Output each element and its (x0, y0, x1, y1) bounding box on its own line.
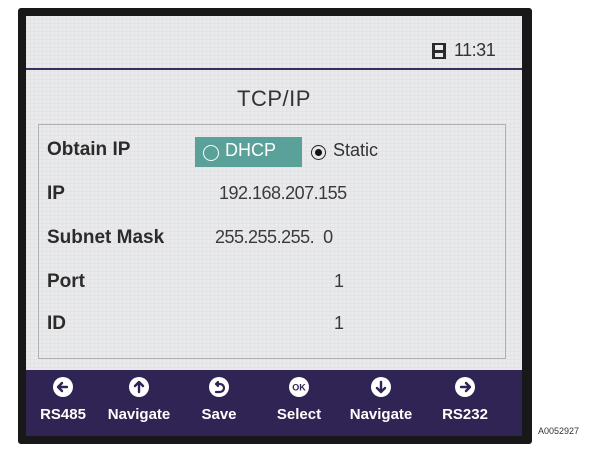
port-label: Port (47, 271, 85, 292)
sd-card-icon (432, 43, 446, 59)
arrow-up-circle-icon (129, 377, 149, 397)
subnet-mask-row[interactable]: Subnet Mask 255.255.255. 0 (39, 225, 505, 255)
static-label: Static (333, 140, 379, 160)
ok-circle-icon: OK (289, 377, 309, 397)
id-row[interactable]: ID 1 (39, 311, 505, 341)
subnet-mask-label: Subnet Mask (47, 227, 165, 248)
arrow-down-circle-icon (371, 377, 391, 397)
dhcp-option[interactable]: DHCP (195, 137, 302, 167)
navigate-up-label: Navigate (107, 406, 171, 423)
select-button[interactable]: OK Select (264, 376, 334, 434)
id-label: ID (47, 313, 66, 334)
navigate-down-label: Navigate (349, 406, 413, 423)
save-button[interactable]: Save (184, 376, 254, 434)
rs232-button[interactable]: RS232 (430, 376, 500, 434)
undo-circle-icon (209, 377, 229, 397)
clock: 11:31 (454, 40, 496, 60)
port-value: 1 (334, 271, 344, 291)
dhcp-label: DHCP (225, 140, 277, 160)
obtain-ip-label: Obtain IP (47, 139, 131, 160)
navigate-up-button[interactable]: Navigate (104, 376, 174, 434)
arrow-right-circle-icon (455, 377, 475, 397)
save-label: Save (201, 406, 237, 423)
port-row[interactable]: Port 1 (39, 269, 505, 299)
subnet-mask-value: 255.255.255. 0 (215, 227, 333, 247)
select-label: Select (276, 406, 322, 423)
ip-row[interactable]: IP 192.168.207.155 (39, 181, 505, 211)
figure-code: A0052927 (538, 426, 580, 436)
status-bar: 11:31 (26, 16, 522, 70)
radio-unselected-icon (203, 145, 219, 161)
id-value: 1 (334, 313, 344, 333)
ip-value: 192.168.207.155 (219, 183, 347, 203)
navigate-down-button[interactable]: Navigate (346, 376, 416, 434)
obtain-ip-row: Obtain IP DHCP Static (39, 137, 505, 167)
rs232-label: RS232 (442, 406, 488, 423)
ip-label: IP (47, 183, 65, 204)
svg-text:OK: OK (292, 383, 306, 393)
radio-selected-icon (311, 145, 326, 160)
softkey-bar: RS485 Navigate Save OK Select Navigate R… (26, 370, 522, 436)
settings-panel: Obtain IP DHCP Static IP 192.168.207.155… (38, 124, 506, 359)
arrow-left-circle-icon (53, 377, 73, 397)
rs485-label: RS485 (40, 406, 86, 423)
page-title: TCP/IP (237, 86, 311, 111)
rs485-button[interactable]: RS485 (28, 376, 98, 434)
display-screen: 11:31 TCP/IP Obtain IP DHCP Static IP 19… (26, 16, 522, 436)
